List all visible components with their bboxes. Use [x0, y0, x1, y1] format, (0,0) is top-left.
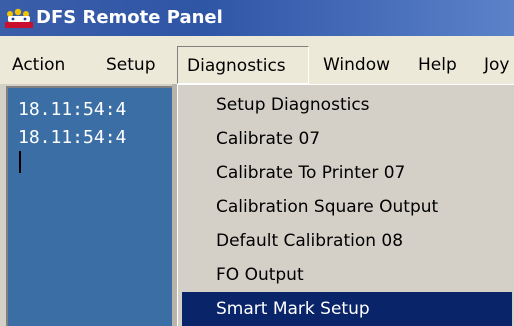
app-window: DFS Remote Panel Action Setup Diagnostic…: [0, 0, 514, 326]
menu-item-smart-mark-setup[interactable]: Smart Mark Setup: [182, 292, 512, 326]
elephant-app-icon: [5, 8, 33, 28]
menu-diagnostics[interactable]: Diagnostics: [177, 46, 309, 84]
menu-action[interactable]: Action: [12, 46, 65, 84]
window-title: DFS Remote Panel: [36, 7, 223, 28]
log-line: 18.11:54:4: [18, 127, 127, 148]
log-line: 18.11:54:4: [18, 99, 127, 120]
menubar-spacer: [0, 36, 514, 46]
menu-item-calibration-square-output[interactable]: Calibration Square Output: [182, 190, 512, 224]
menu-window[interactable]: Window: [323, 46, 390, 84]
menu-setup[interactable]: Setup: [106, 46, 155, 84]
menu-item-calibrate-07[interactable]: Calibrate 07: [182, 122, 512, 156]
menu-joy[interactable]: Joy: [484, 46, 509, 84]
menu-item-calibrate-to-printer-07[interactable]: Calibrate To Printer 07: [182, 156, 512, 190]
menu-item-fo-output[interactable]: FO Output: [182, 258, 512, 292]
diagnostics-dropdown: Setup Diagnostics Calibrate 07 Calibrate…: [177, 84, 514, 326]
text-caret: [19, 151, 21, 173]
menu-help[interactable]: Help: [418, 46, 457, 84]
menu-item-default-calibration-08[interactable]: Default Calibration 08: [182, 224, 512, 258]
log-area[interactable]: 18.11:54:4 18.11:54:4: [6, 86, 186, 326]
menu-bar: Action Setup Diagnostics Window Help Joy: [0, 46, 514, 84]
menu-item-setup-diagnostics[interactable]: Setup Diagnostics: [182, 88, 512, 122]
title-bar[interactable]: DFS Remote Panel: [0, 0, 514, 36]
